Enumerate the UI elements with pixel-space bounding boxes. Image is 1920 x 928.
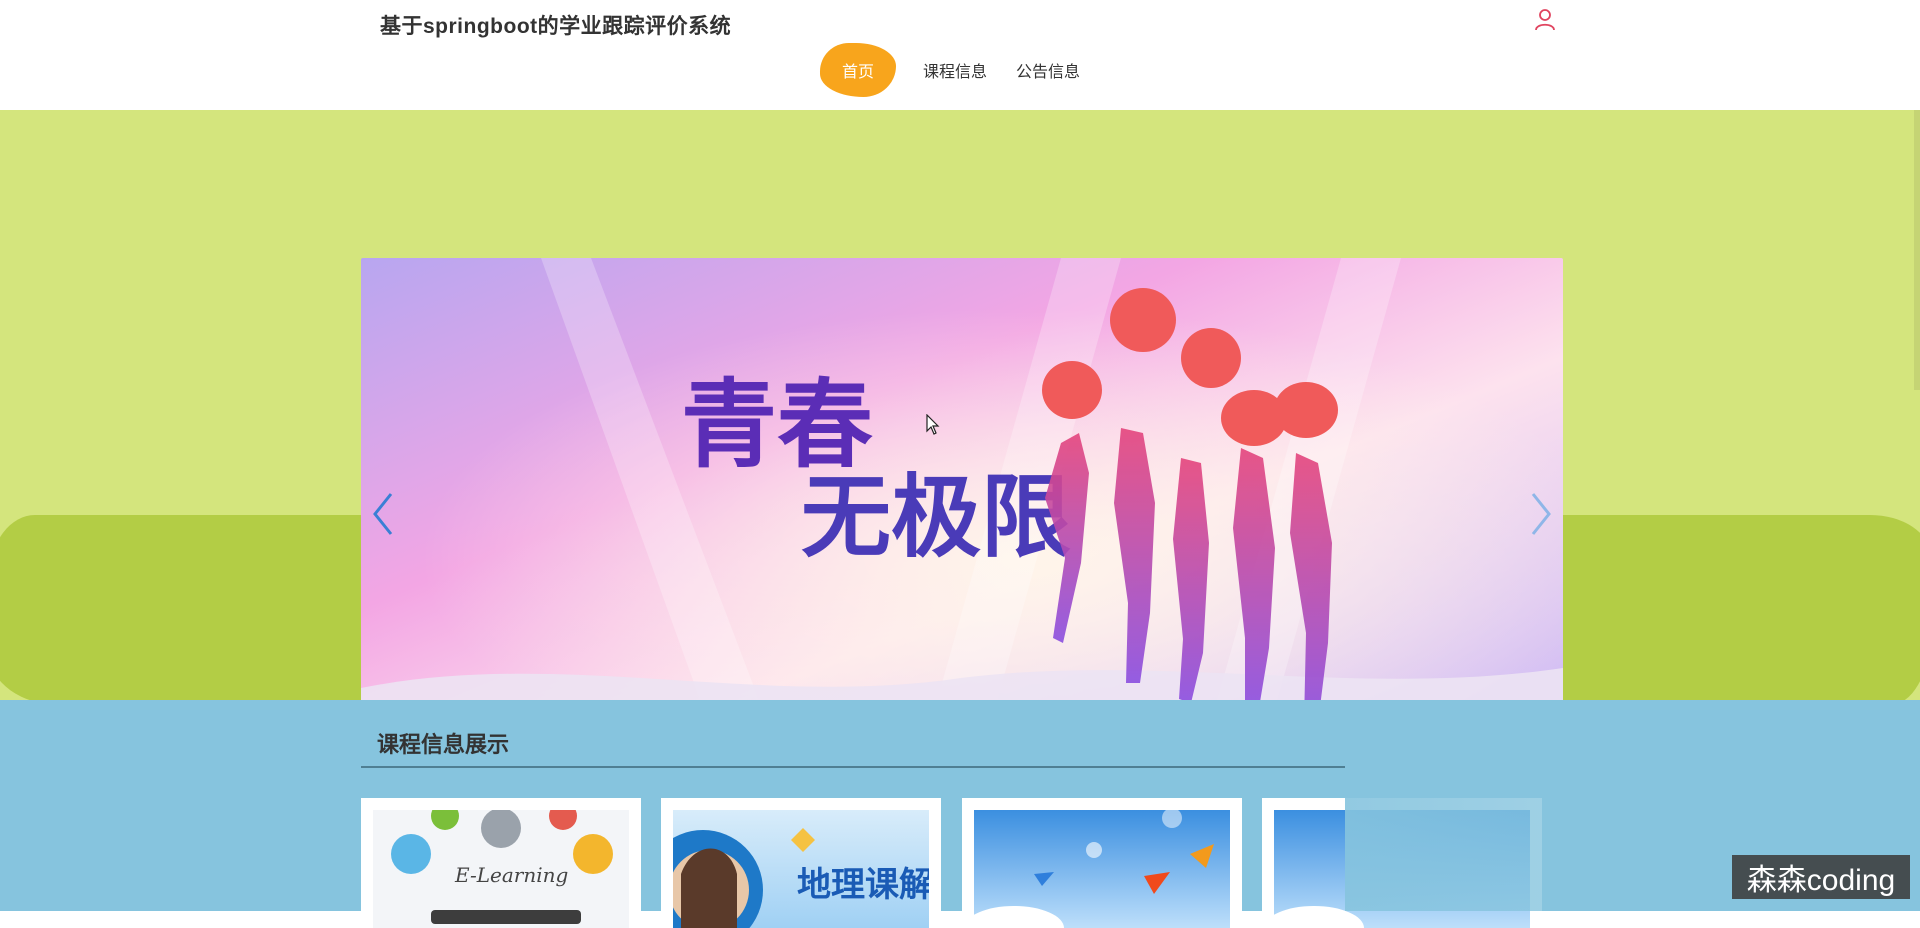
course-card[interactable] (962, 798, 1242, 928)
section-divider (361, 766, 1345, 768)
mouse-cursor-icon (926, 413, 940, 441)
nav-item-label: 公告信息 (1016, 64, 1081, 81)
watermark: 森森coding (1732, 855, 1910, 899)
course-card-caption: E-Learning (454, 863, 568, 887)
course-card-caption: 地理课解 (797, 865, 929, 905)
page-scrollbar[interactable] (1914, 110, 1920, 390)
site-title: 基于springboot的学业跟踪评价系统 (380, 15, 732, 38)
course-card[interactable]: 地理课解 (661, 798, 941, 928)
slider-next-button[interactable] (1523, 486, 1559, 542)
nav-item-notices[interactable]: 公告信息 (1016, 47, 1080, 93)
nav-item-home[interactable]: 首页 (820, 43, 897, 97)
main-nav: 首页 课程信息 公告信息 (820, 43, 1109, 97)
chevron-right-icon (1531, 493, 1551, 535)
nav-item-courses[interactable]: 课程信息 (923, 47, 987, 93)
hero-section: 青春 无极限 (0, 110, 1920, 700)
course-card-image: 地理课解 (673, 810, 929, 928)
header: 基于springboot的学业跟踪评价系统 首页 课程信息 公告信息 (0, 0, 1920, 110)
banner-text-line2: 无极限 (801, 464, 1071, 570)
course-section: 课程信息展示 E-Learning 地理课解 (0, 700, 1920, 928)
course-card-image (974, 810, 1230, 928)
banner-image: 青春 无极限 (361, 258, 1563, 700)
course-card[interactable]: E-Learning (361, 798, 641, 928)
course-card-image: E-Learning (373, 810, 629, 928)
section-title: 课程信息展示 (377, 732, 510, 757)
banner-slider[interactable]: 青春 无极限 (361, 258, 1563, 700)
nav-item-label: 课程信息 (923, 64, 988, 81)
chevron-left-icon (373, 493, 393, 535)
user-icon[interactable] (1534, 8, 1556, 32)
nav-item-label: 首页 (842, 64, 875, 81)
slider-prev-button[interactable] (365, 486, 401, 542)
